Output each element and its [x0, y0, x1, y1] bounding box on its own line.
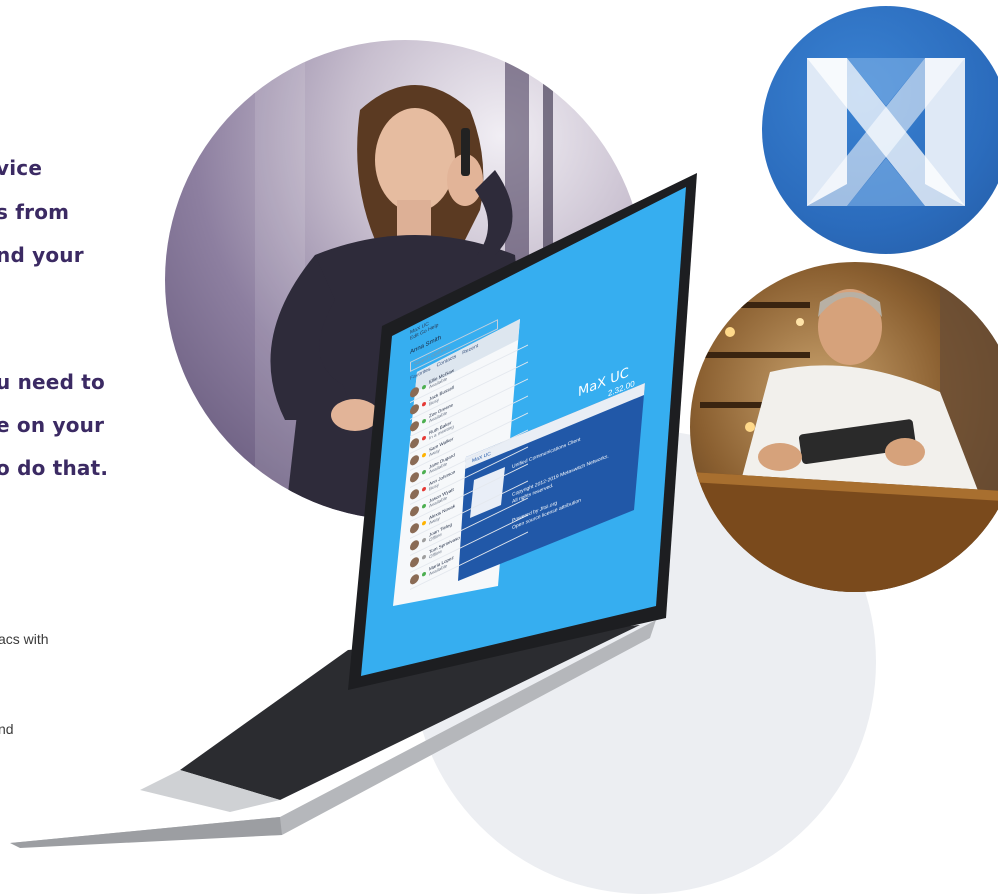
contact-avatar: [410, 385, 419, 399]
presence-dot-icon: [422, 554, 426, 561]
presence-dot-icon: [422, 435, 426, 442]
contact-avatar: [410, 538, 419, 552]
presence-dot-icon: [422, 486, 426, 493]
presence-dot-icon: [422, 571, 426, 578]
contact-avatar: [410, 555, 419, 569]
contact-avatar: [410, 521, 419, 535]
presence-dot-icon: [422, 537, 426, 544]
contact-avatar: [410, 402, 419, 416]
contact-avatar: [410, 487, 419, 501]
presence-dot-icon: [422, 469, 426, 476]
presence-dot-icon: [422, 520, 426, 527]
presence-dot-icon: [422, 384, 426, 391]
presence-dot-icon: [422, 452, 426, 459]
contact-avatar: [410, 453, 419, 467]
presence-dot-icon: [422, 401, 426, 408]
contact-avatar: [410, 419, 419, 433]
contact-avatar: [410, 572, 419, 586]
contact-avatar: [410, 470, 419, 484]
contact-avatar: [410, 436, 419, 450]
presence-dot-icon: [422, 503, 426, 510]
presence-dot-icon: [422, 418, 426, 425]
contact-avatar: [410, 504, 419, 518]
